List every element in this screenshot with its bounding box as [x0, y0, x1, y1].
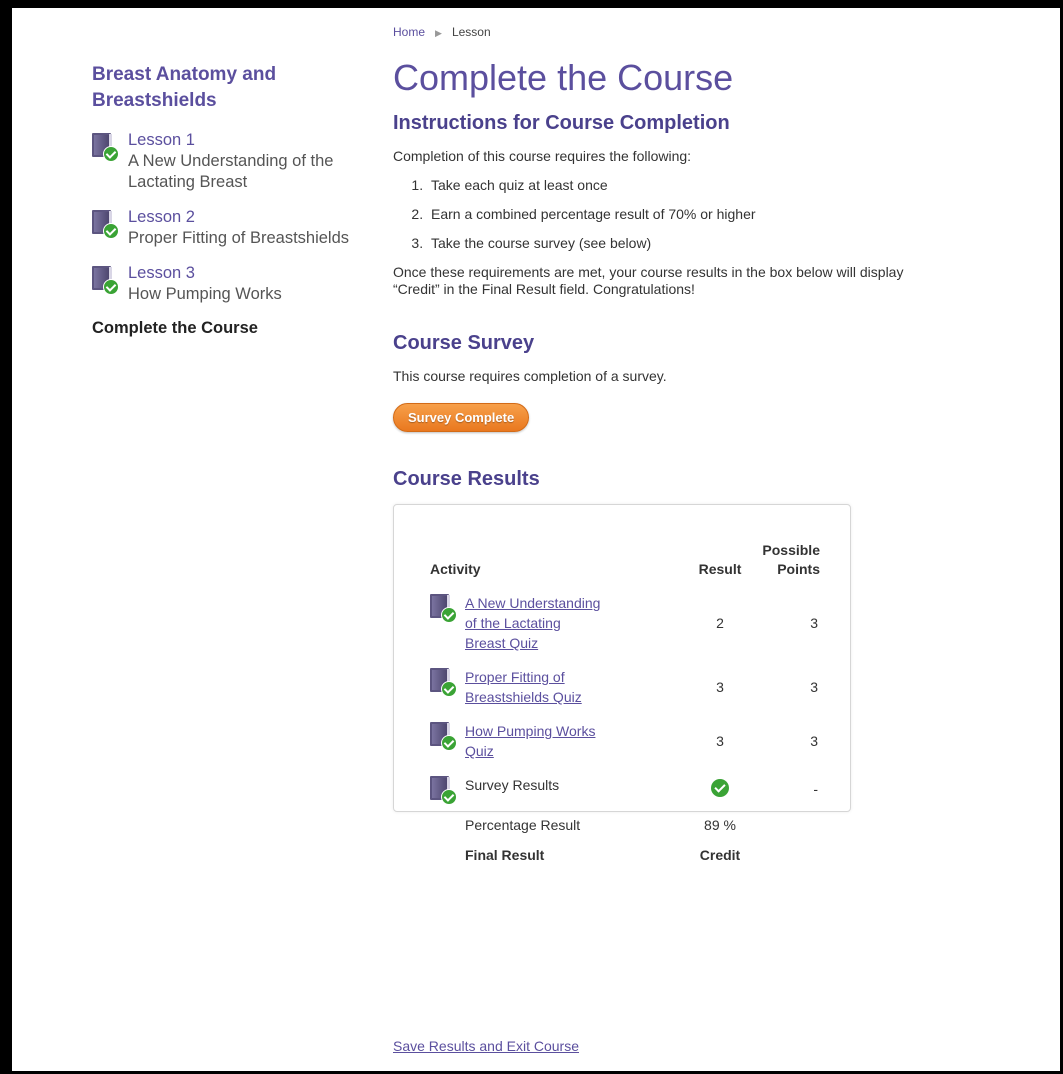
- book-check-icon: [430, 722, 457, 751]
- table-row: How Pumping Works Quiz 3 3: [430, 721, 820, 775]
- instructions-heading: Instructions for Course Completion: [393, 112, 730, 134]
- quiz-link[interactable]: Proper Fitting of Breastshields Quiz: [465, 667, 605, 707]
- table-row: Proper Fitting of Breastshields Quiz 3 3: [430, 667, 820, 721]
- final-result-value: Credit: [699, 847, 741, 863]
- requirements-list: Take each quiz at least once Earn a comb…: [393, 177, 993, 252]
- book-check-icon: [92, 210, 119, 239]
- points-value: -: [813, 781, 818, 797]
- survey-results-row: Survey Results -: [430, 775, 820, 817]
- book-check-icon: [430, 776, 457, 805]
- column-header-activity: Activity: [430, 561, 481, 577]
- book-check-icon: [430, 594, 457, 623]
- breadcrumb: Home ▶ Lesson: [393, 25, 993, 39]
- save-and-exit-link[interactable]: Save Results and Exit Course: [393, 1038, 579, 1054]
- book-check-icon: [92, 133, 119, 162]
- sidebar-lesson-3[interactable]: Lesson 3 How Pumping Works: [92, 263, 372, 305]
- requirement-item: Earn a combined percentage result of 70%…: [427, 206, 993, 223]
- survey-heading: Course Survey: [393, 332, 535, 354]
- main-content: Home ▶ Lesson Complete the Course Instruct…: [393, 25, 993, 863]
- lesson-name: Proper Fitting of Breastshields: [128, 229, 350, 247]
- results-header-row: Activity Result Possible Points: [430, 541, 820, 593]
- sidebar-lesson-2[interactable]: Lesson 2 Proper Fitting of Breastshields: [92, 207, 372, 249]
- breadcrumb-home-link[interactable]: Home: [393, 25, 425, 39]
- requirement-item: Take each quiz at least once: [427, 177, 993, 194]
- results-heading: Course Results: [393, 468, 540, 490]
- points-value: 3: [810, 615, 818, 631]
- window-frame-top: [0, 0, 1063, 8]
- page-title: Complete the Course: [393, 57, 734, 98]
- requirement-item: Take the course survey (see below): [427, 235, 993, 252]
- survey-results-label: Survey Results: [465, 777, 560, 793]
- breadcrumb-current: Lesson: [451, 25, 491, 39]
- lesson-list: Lesson 1 A New Understanding of the Lact…: [92, 130, 372, 305]
- survey-complete-button[interactable]: Survey Complete: [393, 403, 530, 432]
- lesson-number[interactable]: Lesson 2: [128, 207, 372, 228]
- lesson-number[interactable]: Lesson 1: [128, 130, 372, 151]
- final-result-label: Final Result: [465, 847, 545, 863]
- lesson-name: How Pumping Works: [128, 285, 282, 303]
- results-table: Activity Result Possible Points A New Un…: [430, 541, 820, 877]
- window-frame-left: [0, 0, 12, 1074]
- column-header-points: Possible Points: [762, 542, 820, 577]
- instructions-outro: Once these requirements are met, your co…: [393, 264, 904, 297]
- book-check-icon: [430, 668, 457, 697]
- result-value: 3: [716, 679, 724, 695]
- points-value: 3: [810, 733, 818, 749]
- points-value: 3: [810, 679, 818, 695]
- result-value: 3: [716, 733, 724, 749]
- percentage-label: Percentage Result: [465, 817, 581, 833]
- final-result-row: Final Result Credit: [430, 847, 820, 877]
- table-row: A New Understanding of the Lactating Bre…: [430, 593, 820, 667]
- result-value: 2: [716, 615, 724, 631]
- survey-description: This course requires completion of a sur…: [393, 368, 667, 384]
- breadcrumb-separator-icon: ▶: [435, 28, 442, 38]
- results-box: Activity Result Possible Points A New Un…: [393, 504, 851, 863]
- lesson-number[interactable]: Lesson 3: [128, 263, 372, 284]
- quiz-link[interactable]: A New Understanding of the Lactating Bre…: [465, 593, 605, 653]
- lesson-name: A New Understanding of the Lactating Bre…: [128, 152, 334, 191]
- check-circle-icon: [711, 778, 729, 797]
- sidebar-item-complete-course: Complete the Course: [92, 319, 258, 337]
- instructions-intro: Completion of this course requires the f…: [393, 148, 692, 164]
- book-check-icon: [92, 266, 119, 295]
- percentage-value: 89 %: [704, 817, 736, 833]
- sidebar-lesson-1[interactable]: Lesson 1 A New Understanding of the Lact…: [92, 130, 372, 193]
- percentage-row: Percentage Result 89 %: [430, 817, 820, 847]
- course-sidebar: Breast Anatomy and Breastshields Lesson …: [92, 62, 372, 338]
- quiz-link[interactable]: How Pumping Works Quiz: [465, 721, 605, 761]
- course-title: Breast Anatomy and Breastshields: [92, 64, 277, 111]
- column-header-result: Result: [698, 561, 742, 577]
